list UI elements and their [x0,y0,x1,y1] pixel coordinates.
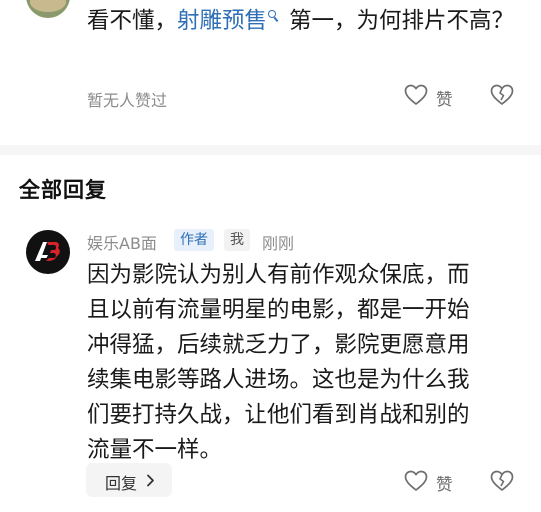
section-divider [0,145,541,155]
author-badge: 作者 [174,229,214,251]
reply-line: 冲得猛，后续就乏力了，影院更愿意用 [87,332,470,358]
heart-outline-icon[interactable] [404,470,428,492]
commenter-avatar[interactable] [26,0,70,18]
reply-button-label: 回复 [105,474,138,493]
comment-text-prefix: 看不懂， [87,8,178,34]
likes-status: 暂无人赞过 [87,91,168,110]
broken-heart-icon[interactable] [490,470,514,492]
reply-text: 因为影院认为别人有前作观众保底，而 且以前有流量明星的电影，都是一开始 冲得猛，… [87,258,527,468]
like-label[interactable]: 赞 [436,86,453,110]
section-title: 全部回复 [19,178,107,202]
author-name[interactable]: 娱乐AB面 [87,230,157,254]
chevron-right-icon [147,474,154,487]
search-icon [267,9,279,23]
reply-line: 且以前有流量明星的电影，都是一开始 [87,297,470,323]
ab-logo-icon [35,242,60,261]
reply-button[interactable]: 回复 [86,463,172,497]
comment-text-suffix: 第一，为何排片不高？ [289,8,515,34]
reply-line: 们要打持久战，让他们看到肖战和别的 [87,402,470,428]
me-badge: 我 [224,229,250,251]
broken-heart-icon[interactable] [490,84,514,106]
author-avatar[interactable] [26,230,70,274]
like-label[interactable]: 赞 [436,471,453,495]
timestamp: 刚刚 [262,234,295,253]
heart-outline-icon[interactable] [404,84,428,106]
reply-line: 因为影院认为别人有前作观众保底，而 [87,262,470,288]
reply-line: 续集电影等路人进场。这也是为什么我 [87,367,470,393]
comment-text: 看不懂，射雕预售 第一，为何排片不高？ [87,4,517,39]
topic-link[interactable]: 射雕预售 [177,8,267,34]
